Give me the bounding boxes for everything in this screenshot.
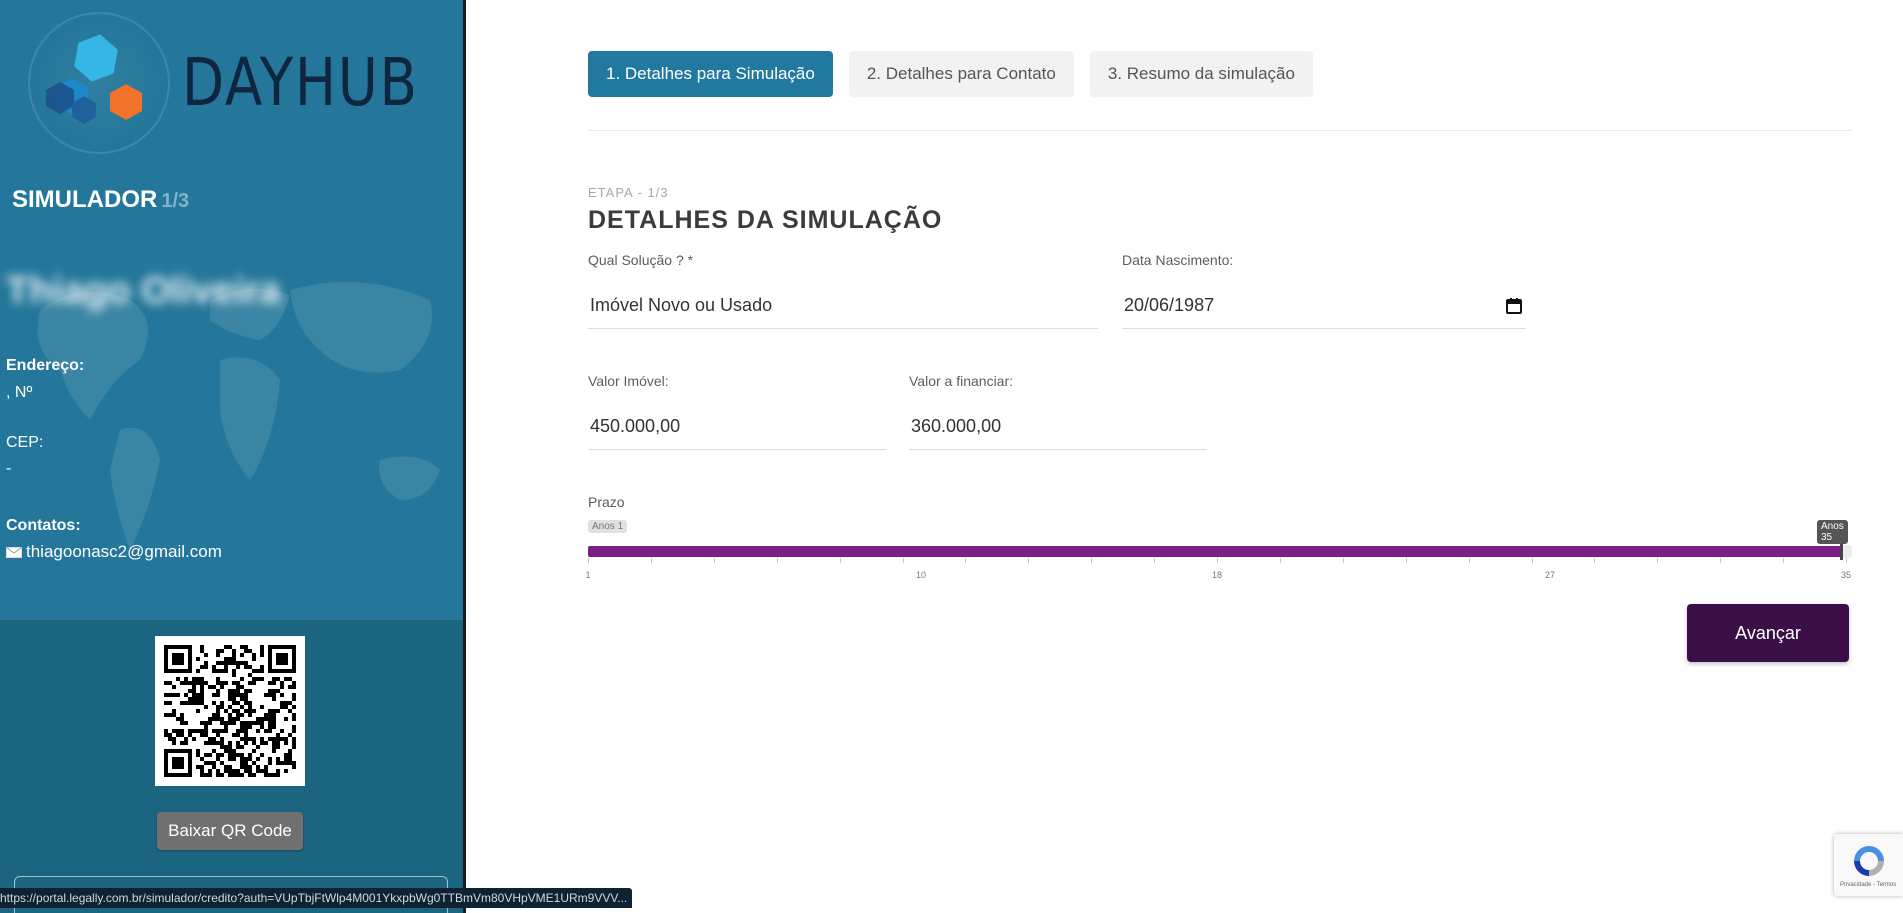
term-slider-tick <box>1846 558 1847 563</box>
solution-field[interactable] <box>588 283 1098 329</box>
term-slider-tick <box>1217 558 1218 563</box>
term-min-badge: Anos 1 <box>588 520 628 533</box>
recaptcha-icon <box>1854 846 1884 876</box>
term-slider-tick <box>902 558 904 563</box>
term-slider-tick <box>588 558 589 563</box>
contacts-label: Contatos: <box>6 517 81 534</box>
email-text: thiagoonasc2@gmail.com <box>26 542 222 561</box>
recaptcha-text: Privacidade - Termos <box>1840 882 1897 888</box>
logo-wordmark: DAYHUB <box>182 44 419 121</box>
term-slider-tick <box>1028 558 1030 563</box>
recaptcha-badge[interactable]: Privacidade - Termos <box>1834 834 1903 896</box>
term-slider-tick-label: 27 <box>1544 570 1556 580</box>
term-slider-tick <box>965 558 967 563</box>
qr-code-image <box>164 645 296 777</box>
term-slider-tick <box>1091 558 1093 563</box>
birth-date-field[interactable] <box>1122 283 1526 329</box>
cep-label: CEP: <box>6 434 44 451</box>
term-slider-tick <box>1720 558 1722 563</box>
address-label: Endereço: <box>6 357 85 374</box>
term-slider-tick <box>1531 558 1533 563</box>
step-tabs: 1. Detalhes para Simulação 2. Detalhes p… <box>588 51 1313 97</box>
term-slider-tick <box>1279 558 1281 563</box>
term-slider-tick-label: 1 <box>585 570 591 580</box>
term-slider-tick <box>1594 558 1596 563</box>
term-slider-handle[interactable] <box>1840 544 1843 560</box>
term-slider-tick <box>1657 558 1659 563</box>
term-slider-tick <box>839 558 841 563</box>
term-slider-tick <box>1342 558 1344 563</box>
finance-value-label: Valor a financiar: <box>909 373 1014 389</box>
term-slider-tick <box>1783 558 1785 563</box>
simulator-step: 1/3 <box>161 190 190 212</box>
envelope-icon <box>6 546 22 558</box>
term-label: Prazo <box>588 494 625 510</box>
simulator-title-text: SIMULADOR <box>12 186 158 213</box>
download-qr-button[interactable]: Baixar QR Code <box>157 812 303 850</box>
finance-value-field[interactable] <box>909 404 1207 450</box>
term-slider-tick <box>1154 558 1156 563</box>
dayhub-logo: DAYHUB <box>28 12 428 154</box>
tab-simulation-details[interactable]: 1. Detalhes para Simulação <box>588 51 833 97</box>
advance-button[interactable]: Avançar <box>1687 604 1849 662</box>
user-name: Thiago Oliveira <box>6 270 281 312</box>
logo-hexagons-icon <box>46 34 142 124</box>
tabs-divider <box>588 130 1852 131</box>
tab-contact-details[interactable]: 2. Detalhes para Contato <box>848 51 1074 97</box>
term-slider-track[interactable] <box>588 546 1846 557</box>
term-slider-tick <box>1468 558 1470 563</box>
term-slider-tick <box>776 558 778 563</box>
term-slider-tick-label: 18 <box>1211 570 1223 580</box>
term-slider-tick-label: 35 <box>1840 570 1852 580</box>
term-slider-tick <box>713 558 715 563</box>
email-row: thiagoonasc2@gmail.com <box>6 542 222 562</box>
status-bar-url: https://portal.legally.com.br/simulador/… <box>0 888 632 908</box>
qr-code <box>155 636 305 786</box>
calendar-icon[interactable] <box>1505 297 1523 315</box>
sidebar: DAYHUB SIMULADOR 1/3 Thiago Oliveira Ende… <box>0 0 466 913</box>
cep-value: - <box>6 460 12 477</box>
page-title: DETALHES DA SIMULAÇÃO <box>588 206 943 234</box>
term-slider-tick-label: 10 <box>915 570 927 580</box>
term-slider-tick <box>1405 558 1407 563</box>
solution-label: Qual Solução ? * <box>588 252 694 268</box>
property-value-field[interactable] <box>588 404 886 450</box>
term-slider-tick <box>650 558 652 563</box>
birth-date-label: Data Nascimento: <box>1122 252 1234 268</box>
term-max-badge: Anos 35 <box>1817 520 1848 544</box>
simulator-title: SIMULADOR 1/3 <box>12 186 189 214</box>
property-value-label: Valor Imóvel: <box>588 373 669 389</box>
tab-simulation-summary[interactable]: 3. Resumo da simulação <box>1089 51 1313 97</box>
address-value: , Nº <box>6 384 33 401</box>
stage-subtitle: ETAPA - 1/3 <box>588 185 669 200</box>
